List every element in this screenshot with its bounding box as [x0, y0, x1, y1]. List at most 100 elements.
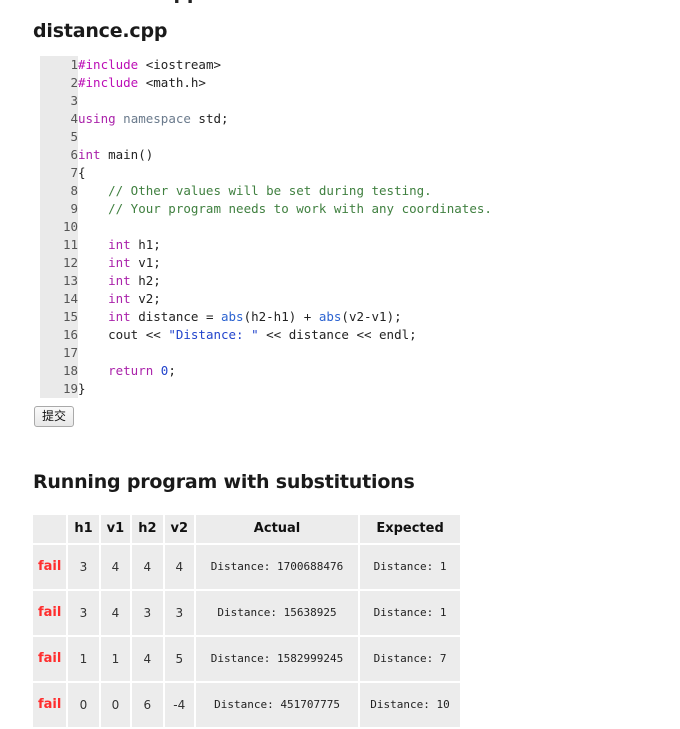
code-line: int v2;: [78, 290, 492, 308]
code-line: return 0;: [78, 362, 492, 380]
code-line: int h2;: [78, 272, 492, 290]
code-line: cout << "Distance: " << distance << endl…: [78, 326, 492, 344]
cell-h1: 0: [68, 683, 99, 727]
code-token: int: [108, 291, 131, 306]
cell-h2: 4: [132, 545, 163, 589]
code-token: #include: [78, 75, 139, 90]
results-column-header: v2: [164, 515, 195, 543]
cell-actual: Distance: 15638925: [196, 591, 359, 635]
code-token: int: [108, 309, 131, 324]
cell-v2: 3: [164, 591, 195, 635]
code-token: abs: [221, 309, 244, 324]
code-line: int main(): [78, 146, 492, 164]
code-table: 1 2 3 4 5 6 7 8 9 10 11 12 13 14 15 16 17 18 19 #include <…: [40, 56, 492, 398]
code-content: #include <iostream>#include <math.h>​usi…: [78, 56, 492, 398]
line-number: 10: [62, 219, 78, 234]
cell-v2: 4: [164, 545, 195, 589]
code-line: // Other values will be set during testi…: [78, 182, 492, 200]
results-column-header: Expected: [360, 515, 461, 543]
code-token: ;: [168, 363, 176, 378]
cell-h1: 1: [68, 637, 99, 681]
line-number: 2: [70, 75, 78, 90]
code-token: int: [108, 273, 131, 288]
code-line: #include <iostream>: [78, 56, 492, 74]
code-line: int distance = abs(h2-h1) + abs(v2-v1);: [78, 308, 492, 326]
code-token: (v2-v1);: [341, 309, 402, 324]
cell-v2: -4: [164, 683, 195, 727]
code-line: using namespace std;: [78, 110, 492, 128]
line-number: 13: [62, 273, 78, 288]
line-number: 5: [70, 129, 78, 144]
table-row: fail 3 4 3 3 Distance: 15638925 Distance: 1: [33, 591, 461, 635]
code-token: v2;: [130, 291, 161, 306]
table-row: fail 3 4 4 4 Distance: 1700688476 Distance: 1: [33, 545, 461, 589]
code-token: {: [78, 165, 86, 180]
code-token: // Other values will be set during testi…: [78, 183, 432, 198]
status-badge: fail: [33, 637, 67, 681]
code-token: }: [78, 381, 86, 396]
submit-button[interactable]: 提交: [34, 406, 75, 427]
table-row: fail 0 0 6 -4 Distance: 451707775 Distance: 10: [33, 683, 461, 727]
code-token: << distance << endl;: [258, 327, 417, 342]
code-token: (h2-h1) +: [243, 309, 319, 324]
cell-v1: 4: [100, 591, 131, 635]
code-token: #include: [78, 57, 139, 72]
cell-actual: Distance: 1700688476: [196, 545, 359, 589]
clipped-heading-text: distance.cpp: [66, 0, 200, 4]
cell-v1: 4: [100, 545, 131, 589]
code-line: }: [78, 380, 492, 398]
line-number-gutter: 1 2 3 4 5 6 7 8 9 10 11 12 13 14 15 16 17 18 19: [40, 56, 78, 398]
code-token: namespace: [123, 111, 191, 126]
cell-expected: Distance: 7: [360, 637, 461, 681]
cell-expected: Distance: 1: [360, 591, 461, 635]
cell-h2: 6: [132, 683, 163, 727]
code-line: #include <math.h>: [78, 74, 492, 92]
status-badge: fail: [33, 591, 67, 635]
code-token: "Distance: ": [168, 327, 259, 342]
code-line: ​: [78, 218, 492, 236]
clipped-heading-strip: distance.cpp: [33, 0, 680, 6]
results-column-header: h2: [132, 515, 163, 543]
code-token: std;: [190, 111, 229, 126]
page-root: distance.cpp distance.cpp 12345678910111…: [0, 0, 680, 729]
line-number: 7: [70, 165, 78, 180]
results-table-head: h1 v1 h2 v2 Actual Expected: [33, 515, 461, 543]
code-token: h1;: [130, 237, 161, 252]
code-line: // Your program needs to work with any c…: [78, 200, 492, 218]
results-column-header: v1: [100, 515, 131, 543]
line-number: 8: [70, 183, 78, 198]
page-title: distance.cpp: [33, 20, 168, 42]
cell-v1: 0: [100, 683, 131, 727]
code-token: main(): [100, 147, 154, 162]
status-badge: fail: [33, 683, 67, 727]
line-number: 15: [62, 309, 78, 324]
line-number: 18: [62, 363, 78, 378]
cell-actual: Distance: 1582999245: [196, 637, 359, 681]
line-number: 11: [62, 237, 78, 252]
line-number: 16: [62, 327, 78, 342]
code-token: <iostream>: [138, 57, 222, 72]
cell-h1: 3: [68, 591, 99, 635]
code-token: // Your program needs to work with any c…: [78, 201, 492, 216]
code-token: using: [78, 111, 116, 126]
code-token: v1;: [130, 255, 161, 270]
submit-row: 提交: [34, 406, 680, 427]
code-token: distance =: [130, 309, 221, 324]
code-token: abs: [318, 309, 342, 324]
results-column-header: h1: [68, 515, 99, 543]
cell-v1: 1: [100, 637, 131, 681]
line-number: 1: [70, 57, 78, 72]
line-number: 9: [70, 201, 78, 216]
line-number: 19: [62, 381, 78, 396]
code-line: int h1;: [78, 236, 492, 254]
code-block: 1 2 3 4 5 6 7 8 9 10 11 12 13 14 15 16 17 18 19 #include <…: [40, 56, 680, 398]
code-token: int: [78, 147, 101, 162]
line-number: 6: [70, 147, 78, 162]
cell-v2: 5: [164, 637, 195, 681]
table-row: fail 1 1 4 5 Distance: 1582999245 Distance: 7: [33, 637, 461, 681]
cell-h1: 3: [68, 545, 99, 589]
